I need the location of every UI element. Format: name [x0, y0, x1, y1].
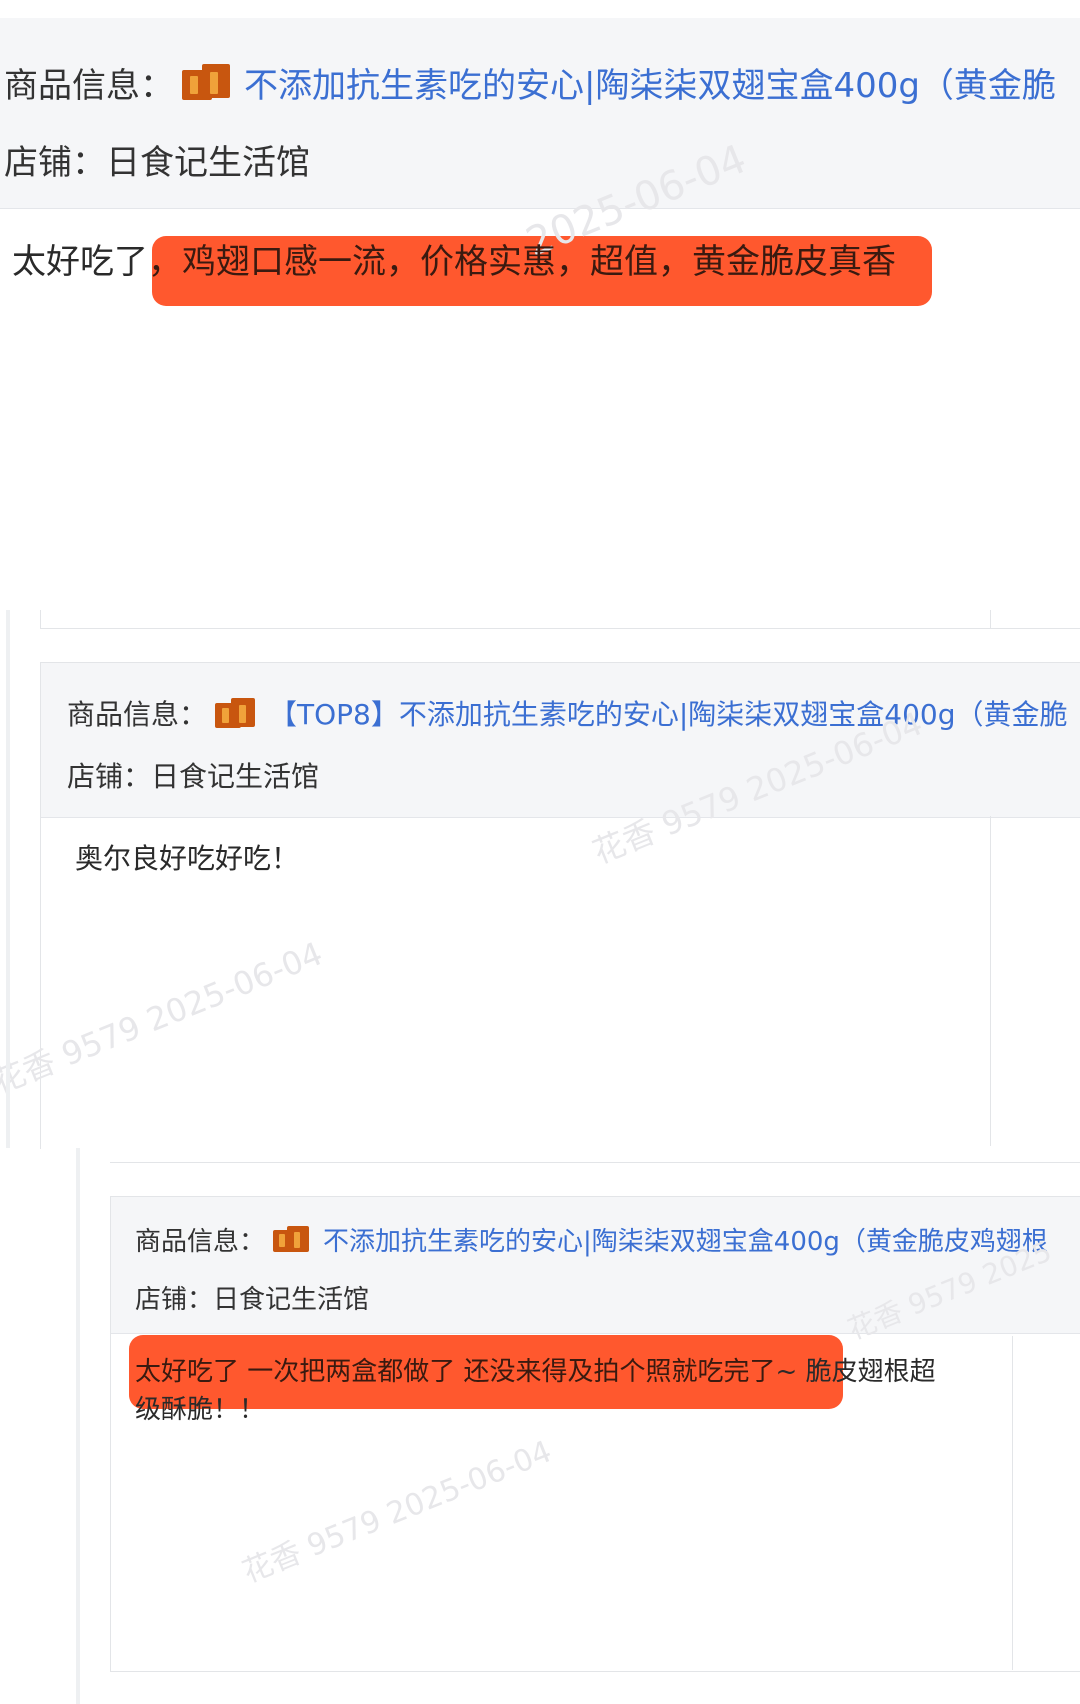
divider [990, 816, 991, 1146]
review-comment: 太好吃了 一次把两盒都做了 还没来得及拍个照就吃完了~ 脆皮翅根超 级酥脆！！ [135, 1353, 936, 1429]
shop-name: 日食记生活馆 [151, 760, 320, 793]
watermark: 花香 9579 2025-06-04 [0, 934, 328, 1102]
comment-highlight: 太好吃了 一次把两盒都做了 还没来得及拍个照就吃完了 [135, 1357, 776, 1387]
comment-line-1: 太好吃了 一次把两盒都做了 还没来得及拍个照就吃完了~ 脆皮翅根超 [135, 1353, 936, 1391]
review-card-2: 商品信息： 【TOP8】不添加抗生素吃的安心|陶柒柒双翅宝盒400g（黄金脆 店… [0, 662, 1080, 1149]
product-thumbnail-icon [180, 62, 232, 102]
divider [40, 628, 1080, 629]
shop-name: 日食记生活馆 [213, 1284, 370, 1315]
product-info-row: 商品信息： 【TOP8】不添加抗生素吃的安心|陶柒柒双翅宝盒400g（黄金脆 [67, 689, 1068, 737]
review-card-3: 商品信息： 不添加抗生素吃的安心|陶柒柒双翅宝盒400g（黄金脆皮鸡翅根 店铺：… [110, 1196, 1080, 1672]
divider [6, 610, 10, 1148]
watermark: 花香 9579 2025-06-04 [237, 1434, 557, 1591]
review-comment: 奥尔良好吃好吃！ [75, 842, 300, 875]
divider [76, 1148, 80, 1704]
divider [1012, 1336, 1013, 1670]
product-title-link[interactable]: 不添加抗生素吃的安心|陶柒柒双翅宝盒400g（黄金脆皮鸡翅根 [323, 1221, 1048, 1258]
product-title-link[interactable]: 不添加抗生素吃的安心|陶柒柒双翅宝盒400g（黄金脆 [244, 58, 1056, 107]
comment-highlight: ，鸡翅口感一流，价格实惠，超值，黄金脆皮真香 [148, 242, 896, 282]
review-card-1: 商品信息： 不添加抗生素吃的安心|陶柒柒双翅宝盒400g（黄金脆 店铺： 日食记… [0, 18, 1080, 638]
product-info-label: 商品信息： [135, 1226, 266, 1257]
shop-row: 店铺： 日食记生活馆 [135, 1277, 369, 1317]
product-thumbnail-icon [213, 696, 257, 730]
divider [110, 1162, 1080, 1163]
product-thumbnail-icon [271, 1224, 311, 1254]
review-card-3-header: 商品信息： 不添加抗生素吃的安心|陶柒柒双翅宝盒400g（黄金脆皮鸡翅根 店铺：… [111, 1197, 1080, 1334]
product-info-row: 商品信息： 不添加抗生素吃的安心|陶柒柒双翅宝盒400g（黄金脆皮鸡翅根 [135, 1217, 1048, 1261]
product-info-label: 商品信息： [67, 698, 208, 731]
shop-row: 店铺： 日食记生活馆 [4, 134, 310, 184]
comment-prefix: 太好吃了 [12, 242, 148, 282]
review-card-1-header: 商品信息： 不添加抗生素吃的安心|陶柒柒双翅宝盒400g（黄金脆 店铺： 日食记… [0, 18, 1080, 209]
comment-line-2: 级酥脆！！ [135, 1395, 266, 1425]
shop-label: 店铺： [4, 142, 106, 183]
review-comment: 太好吃了，鸡翅口感一流，价格实惠，超值，黄金脆皮真香 [12, 236, 896, 288]
shop-row: 店铺： 日食记生活馆 [67, 753, 319, 797]
product-info-label: 商品信息： [4, 65, 174, 106]
product-title-link[interactable]: 【TOP8】不添加抗生素吃的安心|陶柒柒双翅宝盒400g（黄金脆 [269, 693, 1068, 733]
shop-label: 店铺： [67, 760, 152, 793]
comment-rest: ~ 脆皮翅根超 [775, 1357, 936, 1387]
review-card-2-header: 商品信息： 【TOP8】不添加抗生素吃的安心|陶柒柒双翅宝盒400g（黄金脆 店… [41, 663, 1080, 818]
divider [990, 610, 991, 628]
divider [40, 610, 41, 628]
shop-label: 店铺： [135, 1284, 214, 1315]
product-info-row: 商品信息： 不添加抗生素吃的安心|陶柒柒双翅宝盒400g（黄金脆 [4, 54, 1056, 110]
shop-name: 日食记生活馆 [106, 142, 310, 183]
